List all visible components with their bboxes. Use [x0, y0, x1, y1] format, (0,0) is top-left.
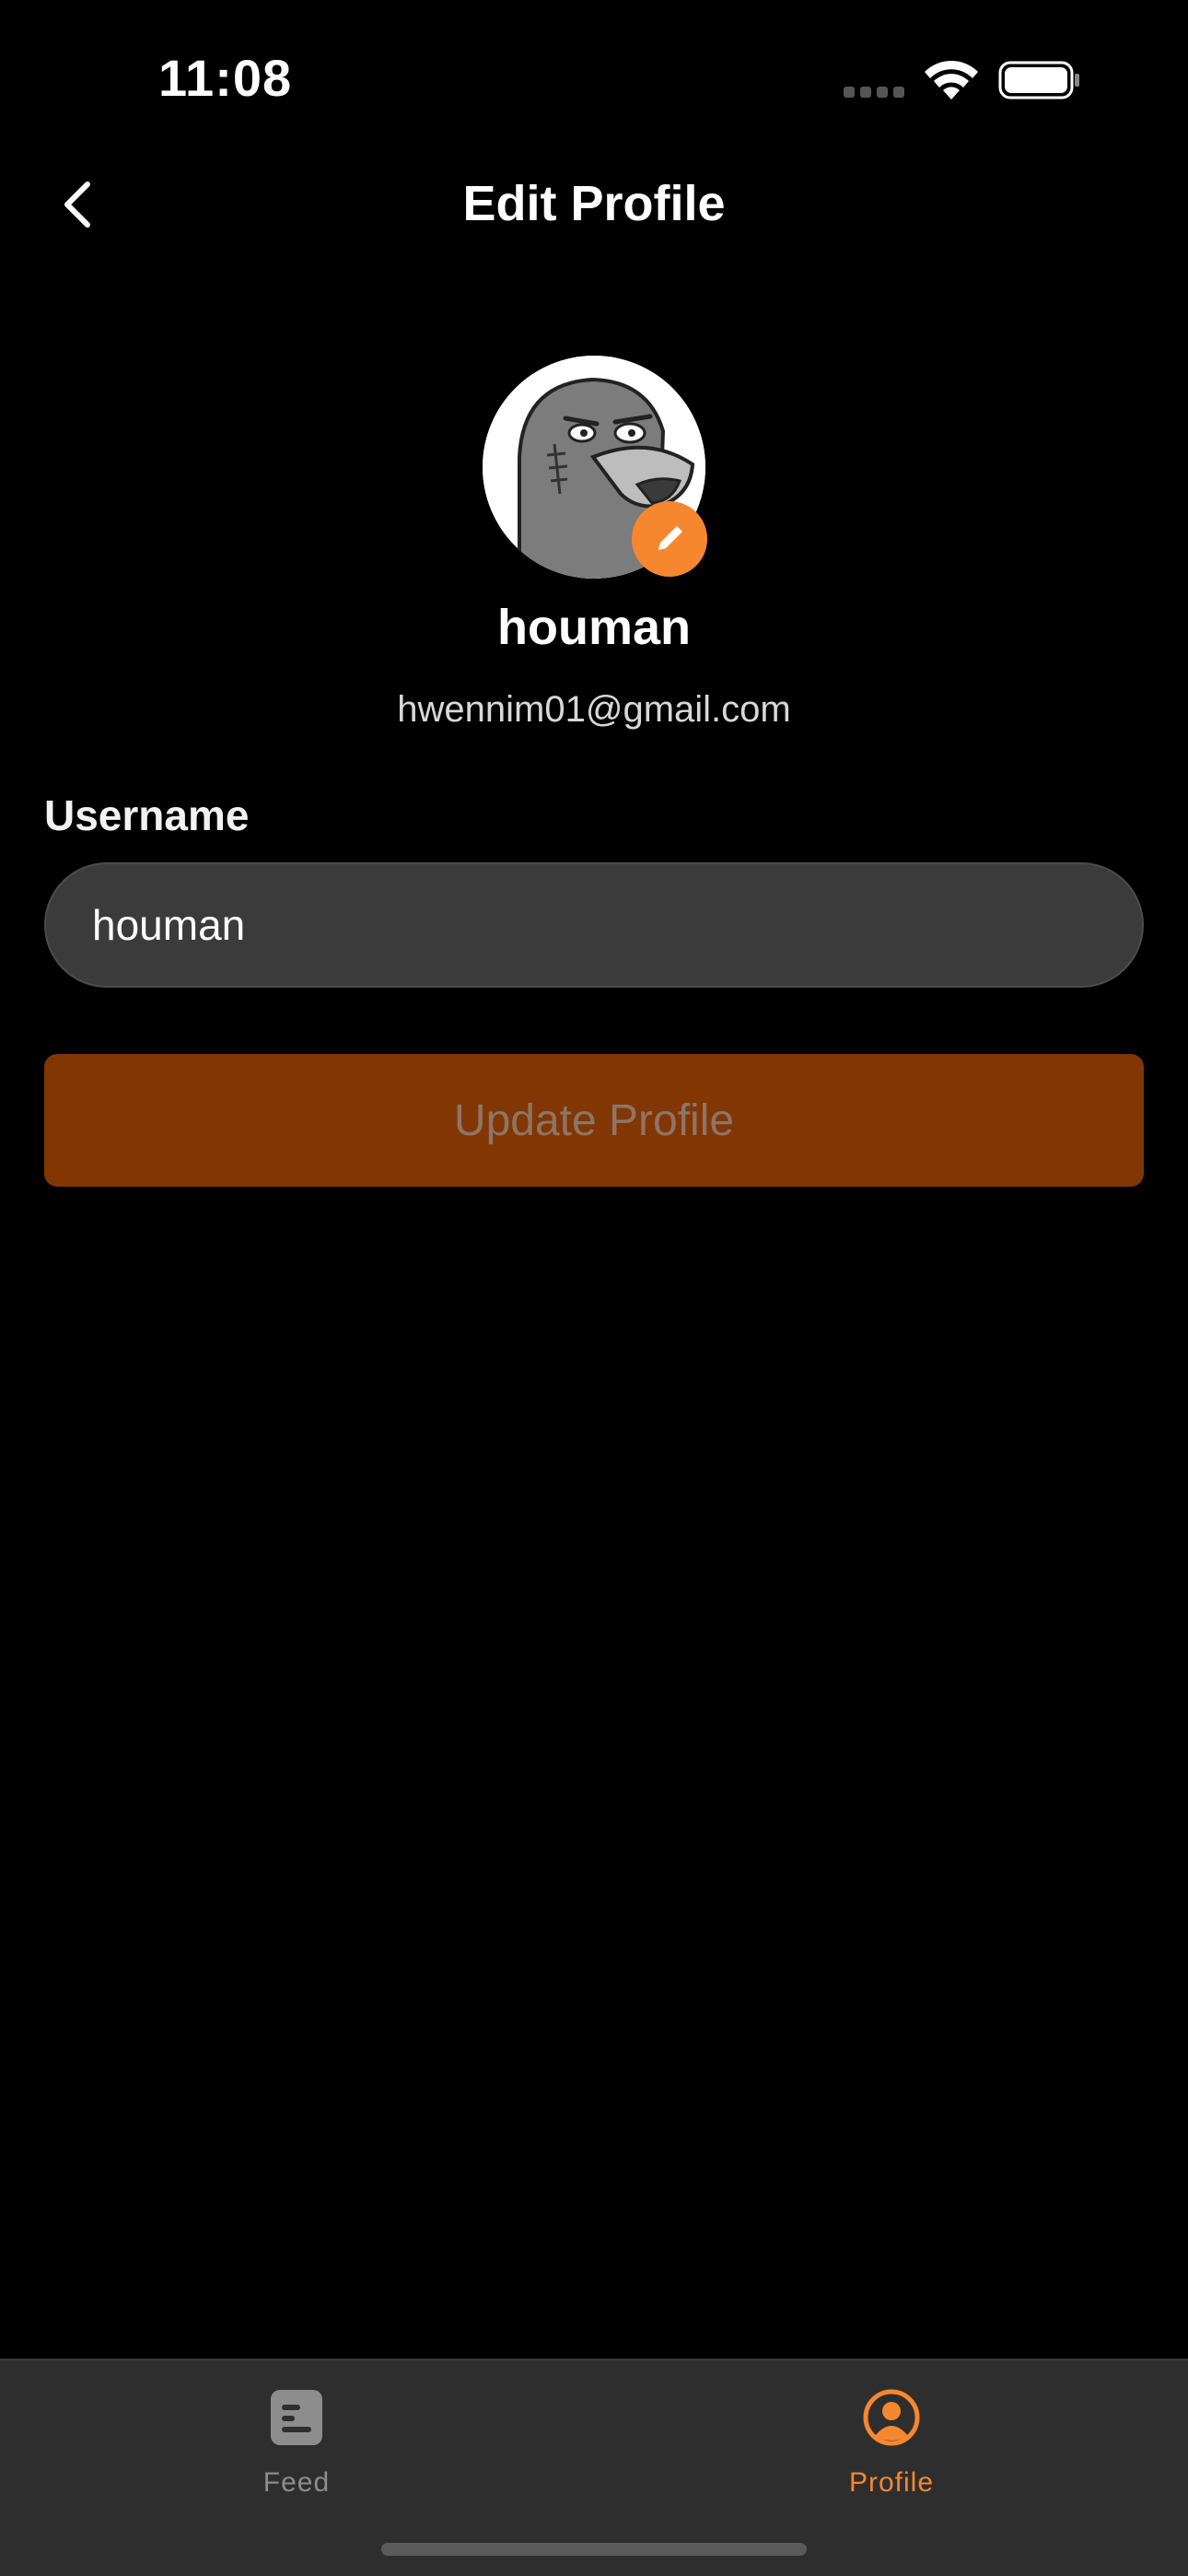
avatar-container[interactable]	[483, 356, 707, 579]
page-title: Edit Profile	[462, 176, 726, 231]
cellular-signal-icon	[844, 87, 906, 98]
wifi-icon	[925, 60, 978, 100]
document-list-icon	[271, 2390, 322, 2445]
profile-email: hwennim01@gmail.com	[397, 689, 791, 730]
tab-feed-label: Feed	[262, 2467, 331, 2498]
home-indicator	[381, 2543, 807, 2556]
status-time: 11:08	[158, 49, 293, 107]
tab-feed[interactable]: Feed	[158, 2383, 435, 2521]
tab-profile[interactable]: Profile	[753, 2383, 1030, 2521]
user-circle-icon	[863, 2389, 920, 2446]
username-label: Username	[44, 791, 250, 839]
battery-icon	[998, 61, 1079, 100]
username-input[interactable]	[44, 862, 1144, 988]
navigation-bar: Edit Profile	[0, 147, 1188, 262]
edit-avatar-button[interactable]	[632, 501, 707, 577]
update-profile-button[interactable]: Update Profile	[44, 1054, 1144, 1187]
status-bar: 11:08	[0, 0, 1188, 147]
profile-display-name: houman	[497, 600, 691, 655]
tab-profile-label: Profile	[848, 2467, 935, 2498]
pencil-icon	[658, 526, 682, 550]
tab-bar: Feed Profile	[0, 2359, 1188, 2576]
